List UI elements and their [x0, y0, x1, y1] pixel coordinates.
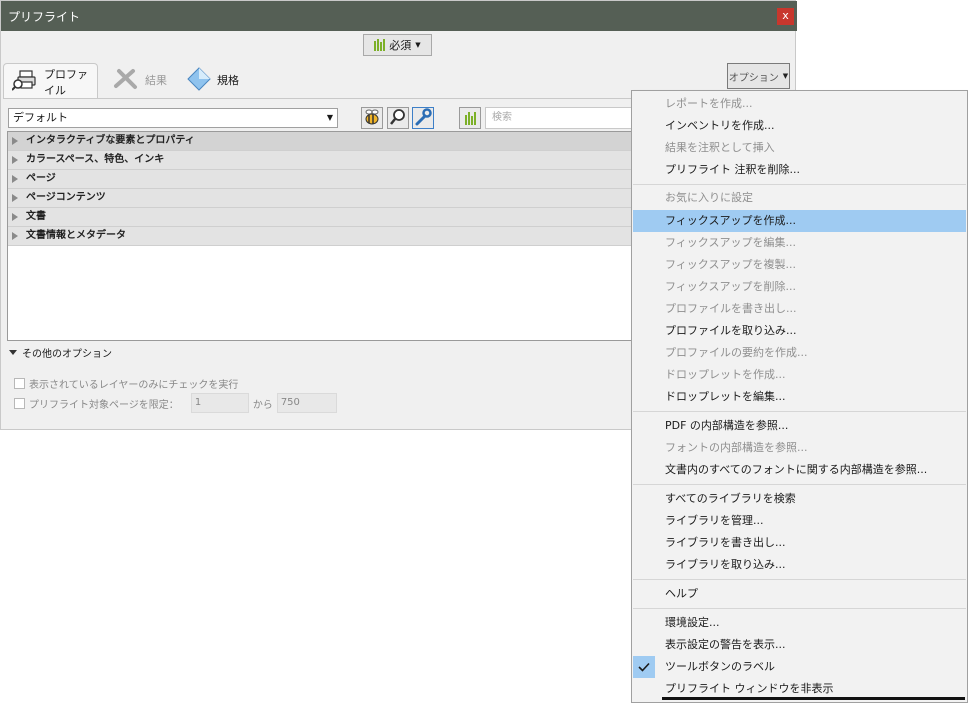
visible-layers-option[interactable]: 表示されているレイヤーのみにチェックを実行 — [14, 376, 238, 391]
page-to-label: から — [252, 399, 273, 411]
menu-item-create-report[interactable]: レポートを作成... — [633, 93, 966, 115]
menu-item-create-profile-summary[interactable]: プロファイルの要約を作成... — [633, 342, 966, 364]
required-filter-button[interactable] — [459, 107, 481, 129]
options-button-label: オプション — [728, 72, 779, 84]
required-button[interactable]: 必須 ▼ — [363, 34, 432, 56]
menu-item-search-all-libraries[interactable]: すべてのライブラリを検索 — [633, 488, 966, 510]
select-profiles-button[interactable] — [361, 107, 383, 129]
profile-library-value: デフォルト — [13, 111, 68, 124]
menu-item-export-profile[interactable]: プロファイルを書き出し... — [633, 298, 966, 320]
chevron-down-icon: ▼ — [326, 113, 333, 122]
tree-item-label: カラースペース、特色、インキ — [26, 154, 165, 165]
tree-item-label: 文書 — [26, 211, 46, 222]
wrench-cross-icon — [113, 68, 139, 93]
tree-item[interactable]: ページ — [8, 170, 634, 189]
options-menu[interactable]: レポートを作成... インベントリを作成... 結果を注釈として挿入 プリフライ… — [631, 90, 968, 703]
menu-item-create-fixup[interactable]: フィックスアップを作成... — [633, 210, 966, 232]
menu-item-tool-button-labels[interactable]: ツールボタンのラベル — [633, 656, 966, 678]
page-range-option[interactable]: プリフライト対象ページを限定： 1 から 750 — [14, 393, 337, 413]
menu-item-create-droplet[interactable]: ドロップレットを作成... — [633, 364, 966, 386]
menu-item-edit-droplet[interactable]: ドロップレットを編集... — [633, 386, 966, 408]
bar-chart-icon — [374, 39, 386, 51]
expand-arrow-icon[interactable] — [12, 175, 18, 183]
wrench-icon — [414, 107, 432, 129]
expand-arrow-icon[interactable] — [12, 232, 18, 240]
menu-item-manage-libraries[interactable]: ライブラリを管理... — [633, 510, 966, 532]
menu-separator — [633, 411, 966, 412]
menu-item-edit-fixup[interactable]: フィックスアップを編集... — [633, 232, 966, 254]
tree-item-label: ページ — [26, 173, 56, 184]
profile-library-select[interactable]: デフォルト ▼ — [8, 108, 338, 128]
magnifier-icon — [389, 108, 407, 129]
title-bar[interactable]: プリフライト x — [1, 1, 797, 31]
menu-item-preferences[interactable]: 環境設定... — [633, 612, 966, 634]
tree-item-label: ページコンテンツ — [26, 192, 106, 203]
menu-item-create-inventory[interactable]: インベントリを作成... — [633, 115, 966, 137]
tab-results-label: 結果 — [145, 74, 167, 87]
printer-magnifier-icon — [11, 68, 38, 95]
search-input[interactable]: 検索 — [485, 107, 635, 129]
menu-item-browse-all-fonts-structure[interactable]: 文書内のすべてのフォントに関する内部構造を参照... — [633, 459, 966, 481]
page-to-field[interactable]: 750 — [276, 393, 337, 413]
menu-item-remove-preflight-comments[interactable]: プリフライト 注釈を削除... — [633, 159, 966, 181]
tree-item-label: インタラクティブな要素とプロパティ — [26, 135, 195, 146]
collapse-arrow-icon — [9, 350, 17, 355]
profile-tree[interactable]: インタラクティブな要素とプロパティ カラースペース、特色、インキ ページ ページ… — [7, 131, 635, 341]
tab-standards-label: 規格 — [217, 74, 239, 87]
fixups-button[interactable] — [412, 107, 434, 129]
inspect-button[interactable] — [387, 107, 409, 129]
required-button-label: 必須 — [389, 39, 412, 52]
page-range-label: プリフライト対象ページを限定： — [29, 399, 179, 411]
expand-arrow-icon[interactable] — [12, 213, 18, 221]
close-button[interactable]: x — [777, 8, 794, 25]
menu-item-import-libraries[interactable]: ライブラリを取り込み... — [633, 554, 966, 576]
visible-layers-label: 表示されているレイヤーのみにチェックを実行 — [29, 380, 239, 391]
diamond-icon — [187, 66, 211, 94]
window-title: プリフライト — [8, 10, 81, 24]
chevron-down-icon: ▼ — [415, 41, 421, 49]
menu-item-delete-fixup[interactable]: フィックスアップを削除... — [633, 276, 966, 298]
menu-separator — [633, 484, 966, 485]
menu-item-show-display-warnings[interactable]: 表示設定の警告を表示... — [633, 634, 966, 656]
expand-arrow-icon[interactable] — [12, 156, 18, 164]
menu-item-set-favorite[interactable]: お気に入りに設定 — [633, 187, 966, 209]
menu-item-export-libraries[interactable]: ライブラリを書き出し... — [633, 532, 966, 554]
tab-standards[interactable]: 規格 — [179, 63, 247, 97]
tree-item-label: 文書情報とメタデータ — [26, 230, 126, 241]
bee-icon — [363, 108, 381, 129]
tree-item[interactable]: 文書 — [8, 208, 634, 227]
menu-item-duplicate-fixup[interactable]: フィックスアップを複製... — [633, 254, 966, 276]
page-range-checkbox[interactable] — [14, 397, 25, 409]
options-button[interactable]: オプション ▼ — [727, 63, 790, 89]
tree-item[interactable]: インタラクティブな要素とプロパティ — [8, 132, 634, 151]
chevron-down-icon: ▼ — [782, 72, 789, 80]
tree-item[interactable]: ページコンテンツ — [8, 189, 634, 208]
tab-profiles[interactable]: プロファイル — [3, 63, 98, 99]
tab-results[interactable]: 結果 — [105, 63, 175, 97]
menu-bottom-rule — [662, 697, 965, 700]
menu-item-import-profile[interactable]: プロファイルを取り込み... — [633, 320, 966, 342]
tree-item[interactable]: 文書情報とメタデータ — [8, 227, 634, 246]
tree-item[interactable]: カラースペース、特色、インキ — [8, 151, 634, 170]
menu-separator — [633, 608, 966, 609]
menu-separator — [633, 579, 966, 580]
other-options-label: その他のオプション — [22, 349, 112, 360]
menu-separator — [633, 184, 966, 185]
page-from-field[interactable]: 1 — [190, 393, 249, 413]
expand-arrow-icon[interactable] — [12, 194, 18, 202]
expand-arrow-icon[interactable] — [12, 137, 18, 145]
visible-layers-checkbox[interactable] — [14, 378, 25, 389]
menu-item-browse-font-structure[interactable]: フォントの内部構造を参照... — [633, 437, 966, 459]
bar-chart-icon — [464, 111, 476, 125]
menu-item-insert-results-as-comments[interactable]: 結果を注釈として挿入 — [633, 137, 966, 159]
tab-profiles-label: プロファイル — [44, 67, 88, 97]
other-options-toggle[interactable]: その他のオプション — [9, 345, 112, 360]
menu-item-browse-pdf-structure[interactable]: PDF の内部構造を参照... — [633, 415, 966, 437]
menu-item-help[interactable]: ヘルプ — [633, 583, 966, 605]
